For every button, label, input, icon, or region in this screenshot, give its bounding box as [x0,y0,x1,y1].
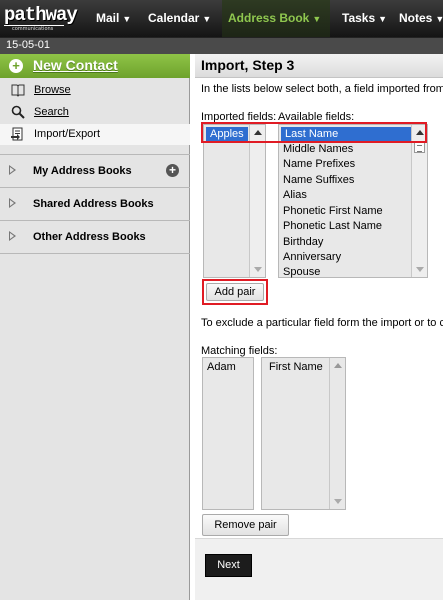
import-export-icon [11,127,23,141]
page-title: Import, Step 3 [201,57,295,73]
available-list-scrollbar[interactable] [411,125,427,277]
nav-address-book-label: Address Book [228,11,310,25]
instruction-text: In the lists below select both, a field … [201,83,443,95]
list-item[interactable]: Anniversary [283,251,341,263]
date-bar: 15-05-01 [0,37,443,54]
page-header: Import, Step 3 [195,54,443,78]
list-item[interactable]: Birthday [283,236,323,248]
available-fields-list[interactable]: Last Name Middle Names Name Prefixes Nam… [278,124,428,278]
scroll-down-icon[interactable] [254,267,262,272]
list-item[interactable]: Name Suffixes [283,174,354,186]
logo-subtitle: communications [12,26,54,32]
nav-address-book[interactable]: Address Book ▼ [222,0,330,37]
annotation-highlight-add-pair [202,279,268,305]
group-label: My Address Books [33,165,132,177]
list-item[interactable]: Phonetic First Name [283,205,383,217]
chevron-down-icon: ▼ [312,14,322,24]
matching-fields-label: Matching fields: [201,345,278,357]
app-window: pathway communications Mail ▼ Calendar ▼ A… [0,0,443,600]
book-icon [11,84,25,97]
nav-tasks-label: Tasks [342,11,376,25]
matching-imported-list[interactable]: Adam [202,357,254,510]
expand-triangle-icon [9,165,16,175]
annotation-highlight-selection [201,122,427,143]
group-label: Shared Address Books [33,198,154,210]
list-item[interactable]: First Name [269,361,323,373]
list-item[interactable]: Adam [207,361,236,373]
scroll-down-icon[interactable] [334,499,342,504]
sidebar-group-my-address-books[interactable]: My Address Books + [0,155,190,187]
search-icon [11,105,25,119]
expand-triangle-icon [9,231,16,241]
list-item[interactable]: Middle Names [283,143,353,155]
nav-calendar[interactable]: Calendar ▼ [142,0,217,37]
chevron-down-icon: ▼ [378,14,388,24]
matching-available-list[interactable]: First Name [261,357,346,510]
logo-text: pathway [4,4,78,26]
nav-mail-label: Mail [96,11,120,25]
imported-list-scrollbar[interactable] [249,125,265,277]
current-date: 15-05-01 [6,39,51,51]
nav-notes[interactable]: Notes ▼ [393,0,443,37]
sidebar-item-browse[interactable]: Browse [0,80,190,101]
new-contact-button[interactable]: + New Contact [0,54,190,78]
list-item[interactable]: Phonetic Last Name [283,220,382,232]
sidebar-item-import-export[interactable]: Import/Export [0,124,190,145]
chevron-down-icon: ▼ [435,14,443,24]
nav-notes-label: Notes [399,11,433,25]
exclude-instruction-text: To exclude a particular field form the i… [201,317,443,329]
nav-calendar-label: Calendar [148,11,200,25]
pathway-logo[interactable]: pathway communications [4,4,78,34]
sidebar-divider [0,253,190,254]
next-button[interactable]: Next [205,554,252,577]
list-item[interactable]: Spouse [283,266,320,278]
sidebar-group-other-address-books[interactable]: Other Address Books [0,221,190,253]
chevron-down-icon: ▼ [202,14,212,24]
new-contact-label: New Contact [33,57,118,73]
sidebar-item-label: Search [34,106,69,118]
action-bar: Next [195,538,443,600]
sidebar-item-label: Browse [34,84,71,96]
expand-triangle-icon [9,198,16,208]
remove-pair-button[interactable]: Remove pair [202,514,289,536]
scroll-down-icon[interactable] [416,267,424,272]
top-navigation-bar: pathway communications Mail ▼ Calendar ▼ A… [0,0,443,37]
plus-icon: + [9,59,23,73]
add-address-book-icon[interactable]: + [166,164,179,177]
nav-mail[interactable]: Mail ▼ [90,0,137,37]
sidebar: + New Contact Browse Search Import/Expor… [0,54,190,600]
imported-fields-list[interactable]: Apples [203,124,266,278]
main-panel: Import, Step 3 In the lists below select… [195,54,443,600]
sidebar-group-shared-address-books[interactable]: Shared Address Books [0,188,190,220]
sidebar-item-search[interactable]: Search [0,102,190,123]
group-label: Other Address Books [33,231,146,243]
nav-tasks[interactable]: Tasks ▼ [336,0,393,37]
matching-list-scrollbar[interactable] [329,358,345,509]
scroll-up-icon[interactable] [334,363,342,368]
list-item[interactable]: Alias [283,189,307,201]
chevron-down-icon: ▼ [122,14,132,24]
list-item[interactable]: Name Prefixes [283,158,355,170]
sidebar-item-label: Import/Export [34,128,101,140]
